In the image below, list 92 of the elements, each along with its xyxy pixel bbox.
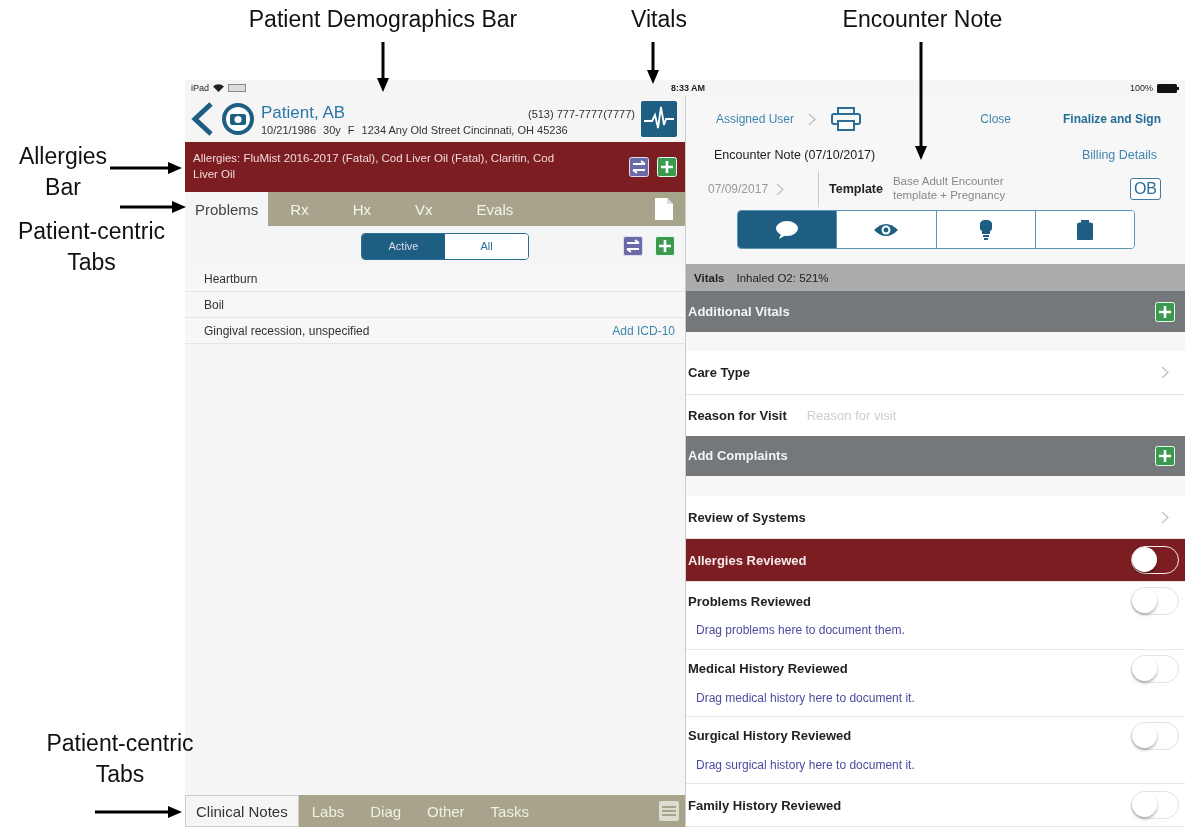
close-button[interactable]: Close bbox=[980, 112, 1011, 127]
add-icd-link[interactable]: Add ICD-10 bbox=[612, 323, 675, 338]
list-row[interactable]: Care Type bbox=[686, 351, 1185, 395]
callout-label: Allergies Bar bbox=[17, 142, 109, 203]
filter-option[interactable]: All bbox=[445, 233, 528, 259]
back-icon[interactable] bbox=[189, 101, 215, 137]
callout-label: Vitals bbox=[630, 5, 688, 34]
assigned-user-link[interactable]: Assigned User bbox=[716, 112, 795, 127]
chevron-icon bbox=[808, 112, 817, 126]
device-label: iPad bbox=[191, 83, 209, 93]
note-date[interactable]: 07/09/2017 bbox=[708, 182, 769, 196]
row-label: Surgical History Reviewed bbox=[688, 728, 852, 744]
problem-name: Heartburn bbox=[204, 271, 258, 286]
add-icon[interactable] bbox=[657, 157, 677, 177]
vitals-value: Inhaled O2: 521% bbox=[736, 271, 829, 284]
toggle-switch[interactable] bbox=[1131, 546, 1179, 575]
problem-name: Gingival recession, unspecified bbox=[204, 323, 370, 338]
finalize-button[interactable]: Finalize and Sign bbox=[1063, 112, 1161, 127]
tab[interactable]: Clinical Notes bbox=[185, 795, 299, 827]
note-tab[interactable] bbox=[935, 211, 1035, 249]
problem-row[interactable]: Heartburn bbox=[185, 266, 685, 292]
row-label: Allergies Reviewed bbox=[688, 552, 807, 568]
problem-name: Boil bbox=[204, 297, 224, 312]
section-title: Add Complaints bbox=[688, 448, 788, 464]
patient-age: 30y bbox=[323, 123, 341, 136]
callout-label: Encounter Note bbox=[841, 5, 1004, 34]
add-icon[interactable] bbox=[1155, 301, 1175, 322]
tab[interactable]: Evals bbox=[454, 192, 536, 226]
problem-row[interactable]: Gingival recession, unspecified Add ICD-10 bbox=[185, 318, 685, 344]
chevron-icon bbox=[1161, 510, 1169, 524]
tab[interactable]: Hx bbox=[330, 192, 394, 226]
battery-percent: 100% bbox=[1129, 83, 1153, 93]
field-label: Reason for Visit bbox=[688, 407, 787, 423]
avatar-icon bbox=[221, 102, 255, 136]
row-label: Problems Reviewed bbox=[688, 593, 811, 609]
add-icon[interactable] bbox=[655, 236, 675, 256]
chevron-icon bbox=[776, 182, 785, 196]
hint-text: Drag surgical history here to document it. bbox=[696, 757, 916, 772]
allergies-text: Allergies: FluMist 2016-2017 (Fatal), Cod Liver Oil (Fatal), Claritin, Cod Liver Oil bbox=[193, 151, 556, 182]
hint-text: Drag problems here to document them. bbox=[696, 623, 906, 638]
printer-icon[interactable] bbox=[830, 107, 863, 132]
callout-label: Patient-centric Tabs bbox=[45, 729, 195, 790]
section-title: Additional Vitals bbox=[688, 304, 790, 320]
chevron-icon bbox=[1161, 366, 1169, 380]
toggle-switch[interactable] bbox=[1131, 654, 1179, 683]
patient-name[interactable]: Patient, AB bbox=[261, 102, 346, 123]
row-label: Care Type bbox=[688, 365, 750, 381]
template-name: Base Adult Encounter template + Pregnancy bbox=[892, 175, 1007, 203]
problem-row[interactable]: Boil bbox=[185, 292, 685, 318]
status-time: 8:33 AM bbox=[669, 83, 707, 93]
list-row[interactable]: Review of Systems bbox=[686, 495, 1185, 540]
patient-sex: F bbox=[347, 123, 355, 136]
battery-icon bbox=[1157, 83, 1179, 93]
ob-button[interactable]: OB bbox=[1129, 178, 1161, 200]
hint-text: Drag medical history here to document it. bbox=[696, 690, 916, 705]
battery-icon bbox=[228, 84, 246, 92]
row-label: Medical History Reviewed bbox=[688, 661, 848, 677]
note-tab[interactable] bbox=[1034, 211, 1134, 249]
birth-date: 10/21/1986 bbox=[261, 123, 317, 136]
row-label: Review of Systems bbox=[688, 509, 806, 525]
callout-arrow bbox=[377, 42, 389, 92]
toggle-switch[interactable] bbox=[1131, 587, 1179, 616]
callout-label: Patient-centric Tabs bbox=[17, 217, 166, 278]
lightbulb-icon bbox=[979, 219, 992, 240]
callout-arrow bbox=[120, 201, 186, 213]
callout-arrow bbox=[110, 162, 182, 174]
tab[interactable]: Rx bbox=[268, 192, 331, 226]
heartbeat-icon[interactable] bbox=[641, 101, 677, 137]
template-label: Template bbox=[829, 182, 883, 196]
filter-option[interactable]: Active bbox=[362, 233, 445, 259]
note-title: Encounter Note (07/10/2017) bbox=[714, 148, 876, 163]
phone-number: (513) 777-7777(7777) bbox=[527, 107, 635, 120]
clipboard-icon bbox=[1076, 219, 1093, 240]
swap-icon[interactable] bbox=[629, 157, 649, 177]
note-tab[interactable] bbox=[836, 211, 936, 249]
toggle-switch[interactable] bbox=[1131, 721, 1179, 750]
callout-arrow bbox=[647, 42, 659, 84]
document-icon[interactable] bbox=[655, 198, 673, 220]
toggle-switch[interactable] bbox=[1131, 791, 1179, 820]
wifi-icon bbox=[213, 84, 224, 92]
swap-icon[interactable] bbox=[623, 236, 643, 256]
row-label: Family History Reviewed bbox=[688, 797, 842, 813]
add-icon[interactable] bbox=[1155, 445, 1175, 466]
patient-address: 1234 Any Old Street Cincinnati, OH 45236 bbox=[361, 123, 568, 136]
note-tab[interactable] bbox=[738, 211, 837, 249]
chat-icon bbox=[775, 219, 800, 240]
vitals-label: Vitals bbox=[694, 271, 725, 284]
callout-label: Patient Demographics Bar bbox=[247, 5, 519, 34]
eye-icon bbox=[873, 221, 900, 238]
tab[interactable]: Vx bbox=[393, 192, 455, 226]
billing-link[interactable]: Billing Details bbox=[1081, 148, 1157, 163]
tab[interactable]: Problems bbox=[185, 192, 269, 226]
